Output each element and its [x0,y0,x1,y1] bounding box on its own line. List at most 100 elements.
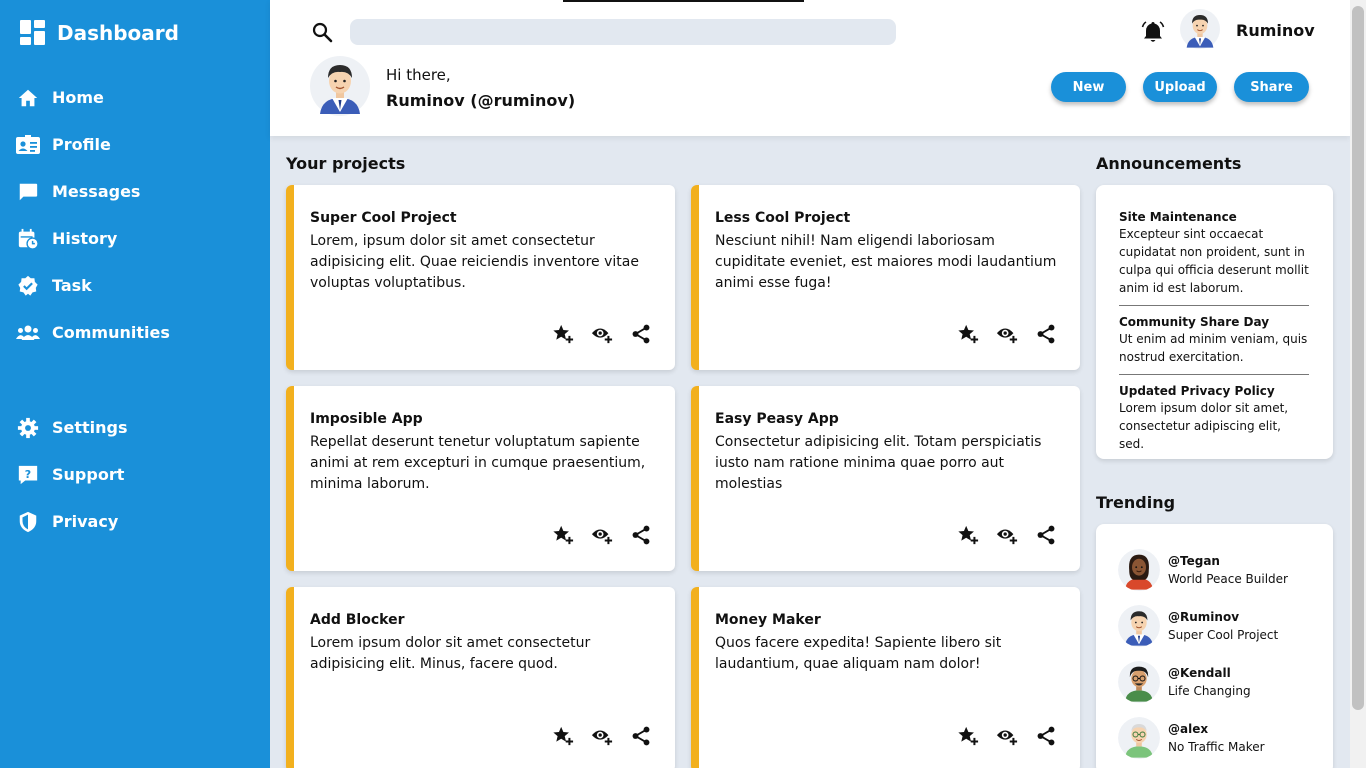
avatar [1118,605,1160,647]
announcements-panel: Site Maintenance Excepteur sint occaecat… [1096,185,1333,459]
project-description: Consectetur adipisicing elit. Totam pers… [715,434,1042,492]
card-actions [957,725,1074,747]
sidebar-item-label: Settings [52,418,128,437]
chat-icon [16,180,40,204]
sidebar-item-history[interactable]: History [16,215,170,262]
project-title: Less Cool Project [715,210,851,226]
header: Ruminov Hi there, Ruminov (@ruminov) New… [270,0,1350,136]
trending-handle: @Ruminov [1168,610,1240,624]
project-card[interactable]: Add Blocker Lorem ipsum dolor sit amet c… [286,587,675,768]
trending-item[interactable]: @Tegan World Peace Builder [1096,542,1333,598]
star-add-icon[interactable] [957,323,979,345]
announcement-item[interactable]: Updated Privacy Policy Lorem ipsum dolor… [1119,374,1309,461]
sidebar: Dashboard Home Profile Messages History [0,0,270,768]
avatar[interactable] [1180,9,1220,49]
trending-text: @alex No Traffic Maker [1168,720,1265,756]
top-strip [563,0,804,2]
share-icon[interactable] [630,524,652,546]
star-add-icon[interactable] [552,524,574,546]
sidebar-item-settings[interactable]: Settings [16,404,128,451]
trending-subtitle: No Traffic Maker [1168,740,1265,754]
announcement-item[interactable]: Community Share Day Ut enim ad minim ven… [1119,305,1309,374]
sidebar-nav: Home Profile Messages History Task Commu… [16,74,170,356]
eye-add-icon[interactable] [591,524,613,546]
users-icon [16,321,40,345]
announcement-title: Updated Privacy Policy [1119,384,1275,398]
eye-add-icon[interactable] [591,725,613,747]
bell-icon[interactable] [1141,20,1165,44]
scrollbar[interactable] [1350,0,1366,768]
trending-text: @Tegan World Peace Builder [1168,552,1288,588]
star-add-icon[interactable] [957,725,979,747]
greeting-name: Ruminov (@ruminov) [386,91,576,110]
share-icon[interactable] [630,725,652,747]
project-card[interactable]: Super Cool Project Lorem, ipsum dolor si… [286,185,675,370]
trending-subtitle: Life Changing [1168,684,1251,698]
announcement-body: Ut enim ad minim veniam, quis nostrud ex… [1119,332,1308,364]
avatar [1118,661,1160,703]
sidebar-item-label: Communities [52,323,170,342]
project-title: Money Maker [715,612,821,628]
sidebar-item-support[interactable]: ? Support [16,451,128,498]
share-icon[interactable] [1035,524,1057,546]
project-title: Add Blocker [310,612,405,628]
trending-handle: @Kendall [1168,666,1231,680]
search-icon[interactable] [310,20,334,44]
top-username[interactable]: Ruminov [1236,21,1315,40]
sidebar-item-profile[interactable]: Profile [16,121,170,168]
star-add-icon[interactable] [957,524,979,546]
announcement-item[interactable]: Site Maintenance Excepteur sint occaecat… [1119,209,1309,305]
history-icon [16,227,40,251]
brand[interactable]: Dashboard [20,20,179,45]
project-description: Lorem, ipsum dolor sit amet consectetur … [310,233,639,291]
svg-text:?: ? [25,467,31,480]
card-actions [552,524,669,546]
eye-add-icon[interactable] [996,524,1018,546]
sidebar-item-label: History [52,229,118,248]
scrollbar-thumb[interactable] [1352,6,1364,710]
eye-add-icon[interactable] [591,323,613,345]
project-card[interactable]: Imposible App Repellat deserunt tenetur … [286,386,675,571]
announcement-title: Site Maintenance [1119,210,1237,224]
dashboard-icon [20,20,45,45]
trending-panel: @Tegan World Peace Builder @Ruminov Supe… [1096,524,1333,768]
share-icon[interactable] [1035,725,1057,747]
badge-check-icon [16,274,40,298]
share-icon[interactable] [630,323,652,345]
shield-icon [16,510,40,534]
star-add-icon[interactable] [552,725,574,747]
eye-add-icon[interactable] [996,725,1018,747]
sidebar-item-home[interactable]: Home [16,74,170,121]
announcement-body: Lorem ipsum dolor sit amet, consectetur … [1119,401,1289,451]
card-actions [552,323,669,345]
id-card-icon [16,133,40,157]
star-add-icon[interactable] [552,323,574,345]
announcement-title: Community Share Day [1119,315,1270,329]
sidebar-item-label: Profile [52,135,111,154]
sidebar-item-messages[interactable]: Messages [16,168,170,215]
sidebar-item-label: Messages [52,182,141,201]
eye-add-icon[interactable] [996,323,1018,345]
search-input[interactable] [350,19,896,45]
sidebar-item-task[interactable]: Task [16,262,170,309]
card-actions [957,524,1074,546]
trending-item[interactable]: @alex No Traffic Maker [1096,710,1333,766]
project-card[interactable]: Money Maker Quos facere expedita! Sapien… [691,587,1080,768]
sidebar-item-label: Home [52,88,104,107]
project-card[interactable]: Easy Peasy App Consectetur adipisicing e… [691,386,1080,571]
avatar [1118,717,1160,759]
new-button[interactable]: New [1051,72,1126,102]
projects-title: Your projects [286,154,406,173]
share-button[interactable]: Share [1234,72,1309,102]
card-actions [552,725,669,747]
sidebar-item-communities[interactable]: Communities [16,309,170,356]
card-actions [957,323,1074,345]
upload-button[interactable]: Upload [1143,72,1217,102]
trending-item[interactable]: @Ruminov Super Cool Project [1096,598,1333,654]
gear-icon [16,416,40,440]
share-icon[interactable] [1035,323,1057,345]
trending-item[interactable]: @Kendall Life Changing [1096,654,1333,710]
sidebar-item-privacy[interactable]: Privacy [16,498,128,545]
trending-text: @Ruminov Super Cool Project [1168,608,1278,644]
project-card[interactable]: Less Cool Project Nesciunt nihil! Nam el… [691,185,1080,370]
